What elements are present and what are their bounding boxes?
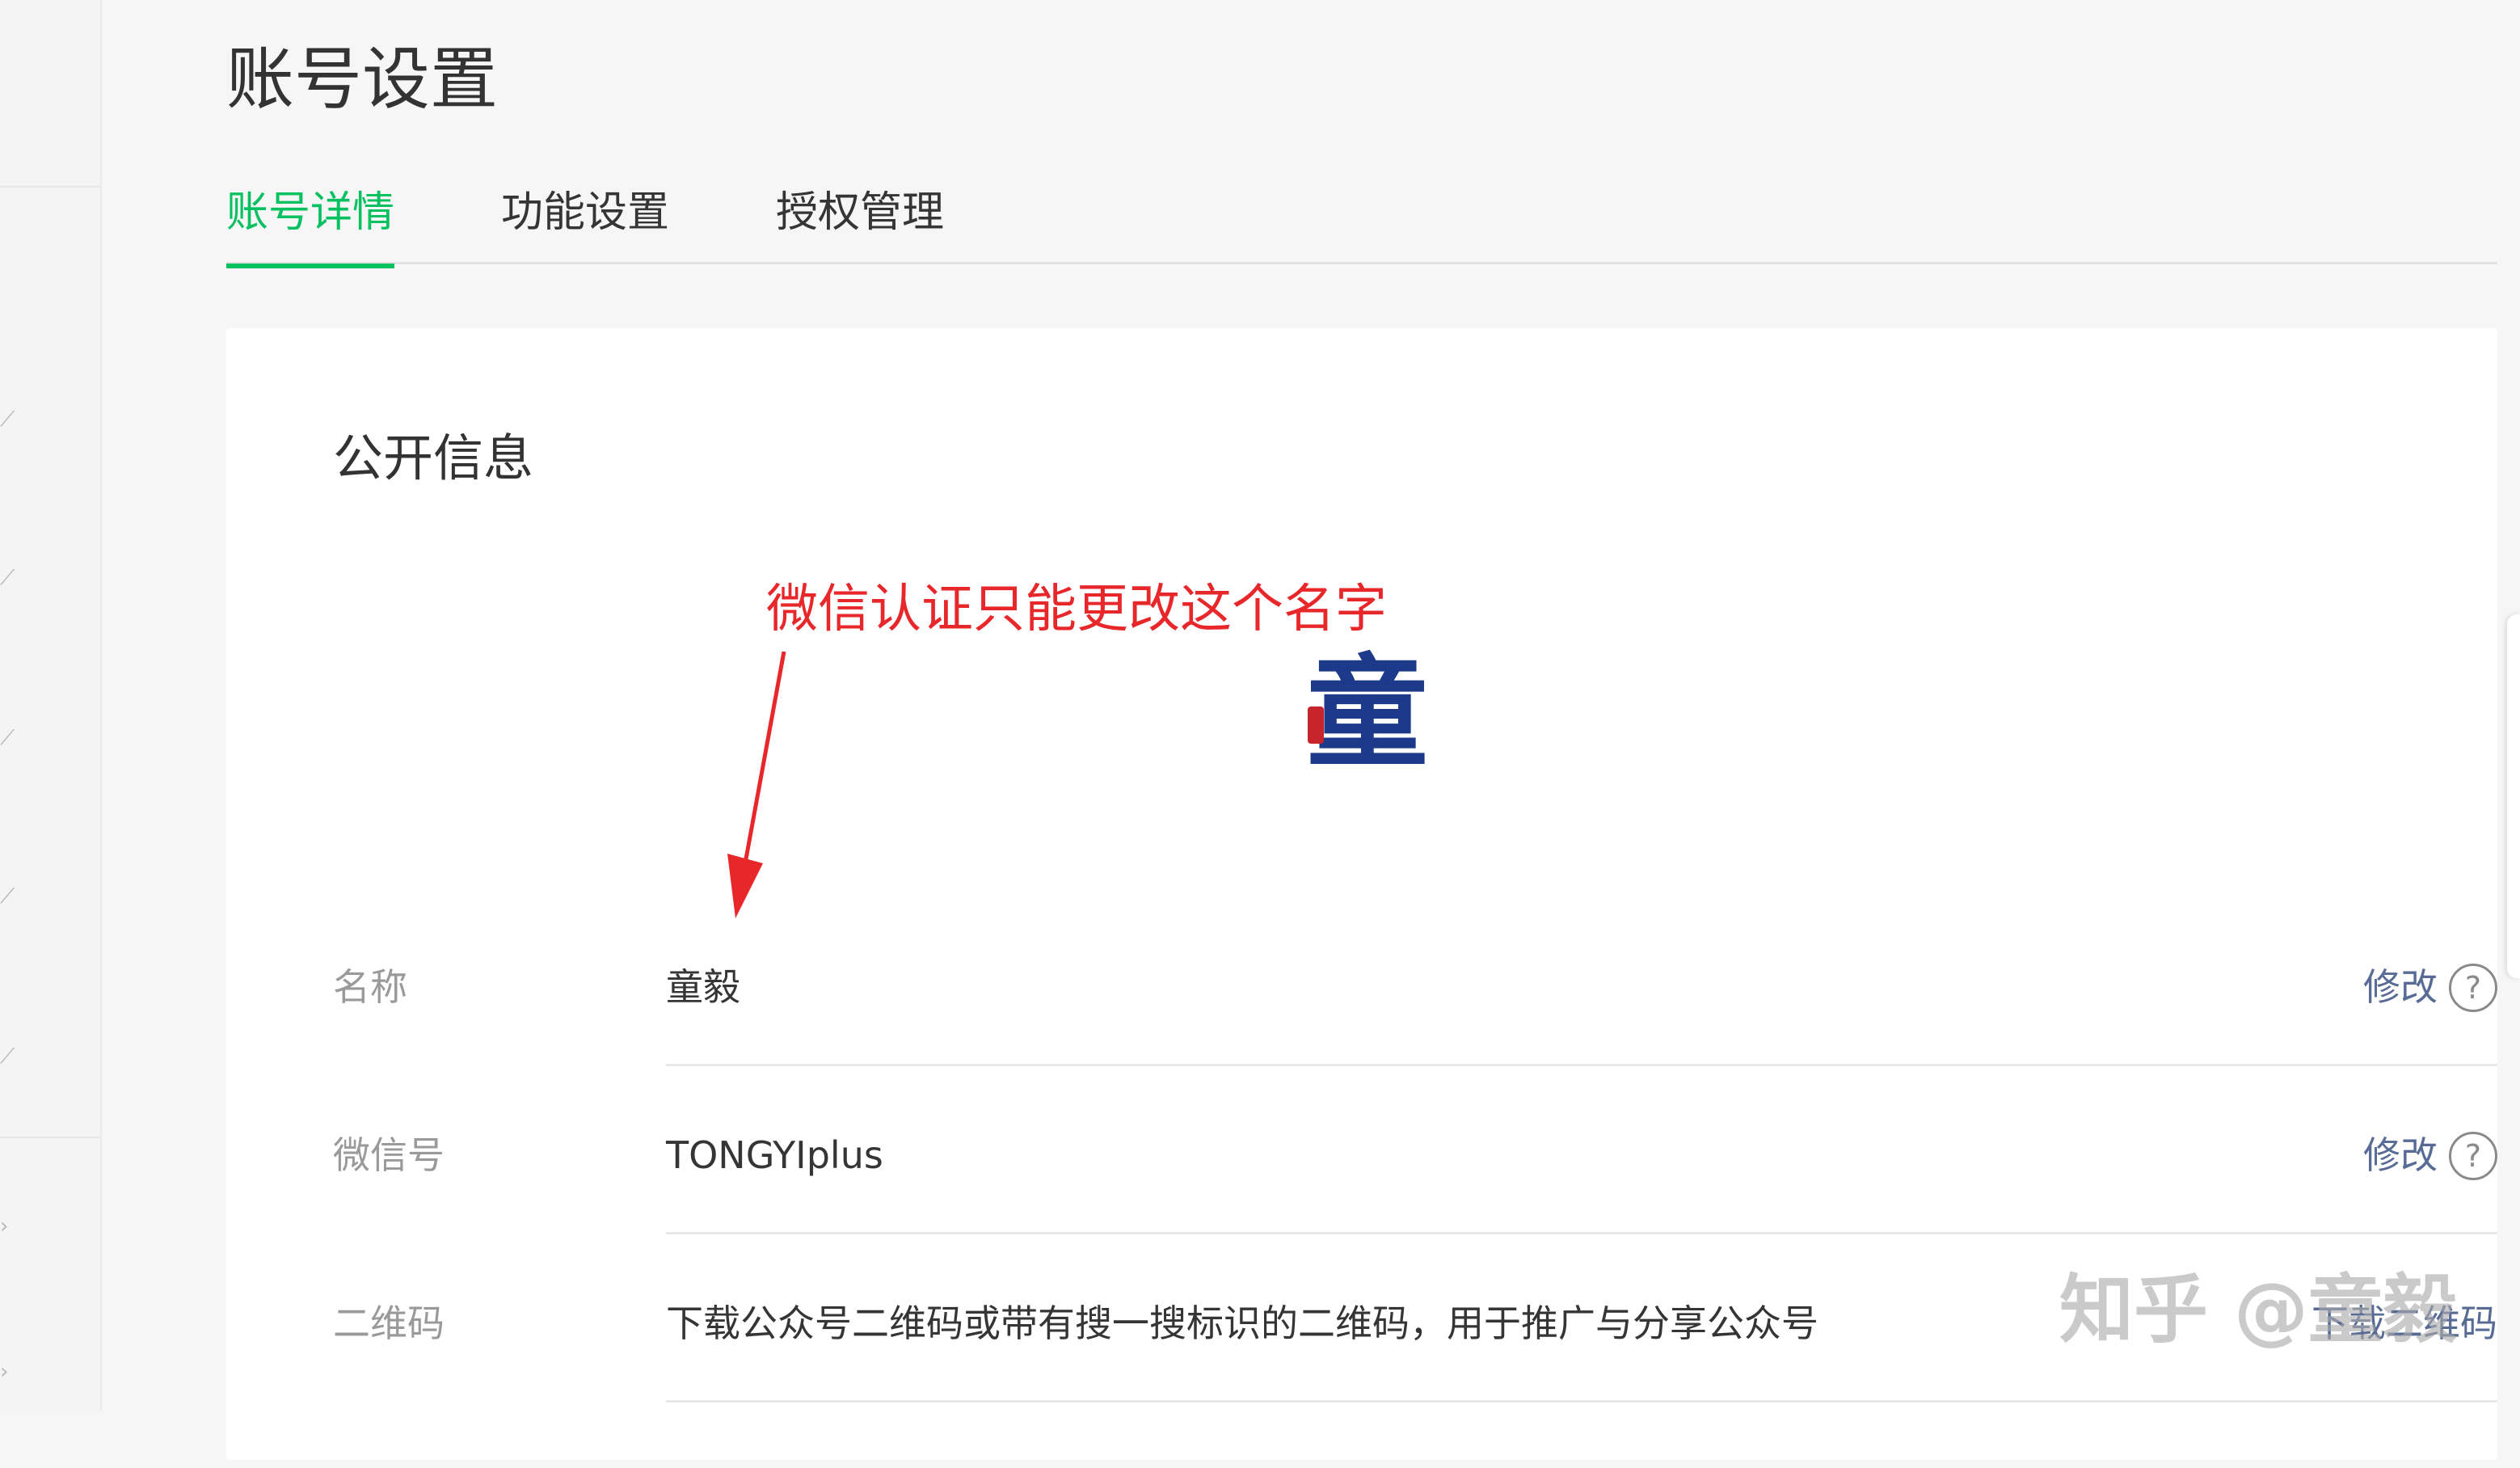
chevron-right-icon[interactable]: › bbox=[0, 1361, 8, 1382]
name-value: 童毅 bbox=[666, 965, 740, 1009]
name-label: 名称 bbox=[333, 965, 407, 1009]
annotation-text: 微信认证只能更改这个名字 bbox=[766, 580, 1387, 639]
side-panel-edge[interactable] bbox=[2507, 614, 2520, 978]
watermark: 知乎 @童毅 bbox=[2059, 1267, 2458, 1353]
chevron-icon[interactable]: ⟋ bbox=[0, 886, 15, 907]
modify-wechat-id-link[interactable]: 修改 bbox=[2363, 1133, 2438, 1178]
chevron-icon[interactable]: ⟋ bbox=[0, 1046, 15, 1067]
avatar-glyph: 童 bbox=[1307, 642, 1428, 779]
row-divider bbox=[666, 1064, 2497, 1066]
qrcode-label: 二维码 bbox=[333, 1301, 445, 1345]
tab-feature-settings[interactable]: 功能设置 bbox=[501, 188, 669, 238]
chevron-icon[interactable]: ⟋ bbox=[0, 409, 15, 430]
tab-account-details[interactable]: 账号详情 bbox=[226, 188, 395, 270]
tab-authorization-management[interactable]: 授权管理 bbox=[776, 188, 944, 238]
wechat-id-value: TONGYIplus bbox=[666, 1133, 883, 1177]
chevron-right-icon[interactable]: › bbox=[0, 1216, 8, 1237]
chevron-icon[interactable]: ⟋ bbox=[0, 728, 15, 749]
modify-name-link[interactable]: 修改 bbox=[2363, 965, 2438, 1010]
name-row: 名称 童毅 修改 ? bbox=[333, 964, 2497, 1132]
qrcode-description: 下载公众号二维码或带有搜一搜标识的二维码，用于推广与分享公众号 bbox=[666, 1301, 1818, 1345]
help-icon[interactable]: ? bbox=[2449, 1132, 2497, 1180]
sidebar-divider bbox=[0, 1137, 100, 1138]
tab-bar: 账号详情 功能设置 授权管理 bbox=[226, 184, 2497, 270]
seal-icon bbox=[1308, 707, 1324, 744]
chevron-icon[interactable]: ⟋ bbox=[0, 567, 15, 588]
section-title: 公开信息 bbox=[333, 428, 534, 487]
row-divider bbox=[666, 1232, 2497, 1234]
help-icon[interactable]: ? bbox=[2449, 964, 2497, 1012]
sidebar: ⟋ ⟋ ⟋ ⟋ ⟋ › › bbox=[0, 0, 102, 1411]
wechat-id-label: 微信号 bbox=[333, 1133, 445, 1177]
sidebar-divider bbox=[0, 186, 100, 188]
row-divider bbox=[666, 1400, 2497, 1403]
annotation-arrow-icon bbox=[727, 652, 786, 918]
page-title: 账号设置 bbox=[226, 40, 499, 119]
wechat-id-action: 修改 ? bbox=[2363, 1132, 2497, 1180]
name-action: 修改 ? bbox=[2363, 964, 2497, 1012]
avatar: 童 bbox=[1307, 642, 1428, 779]
